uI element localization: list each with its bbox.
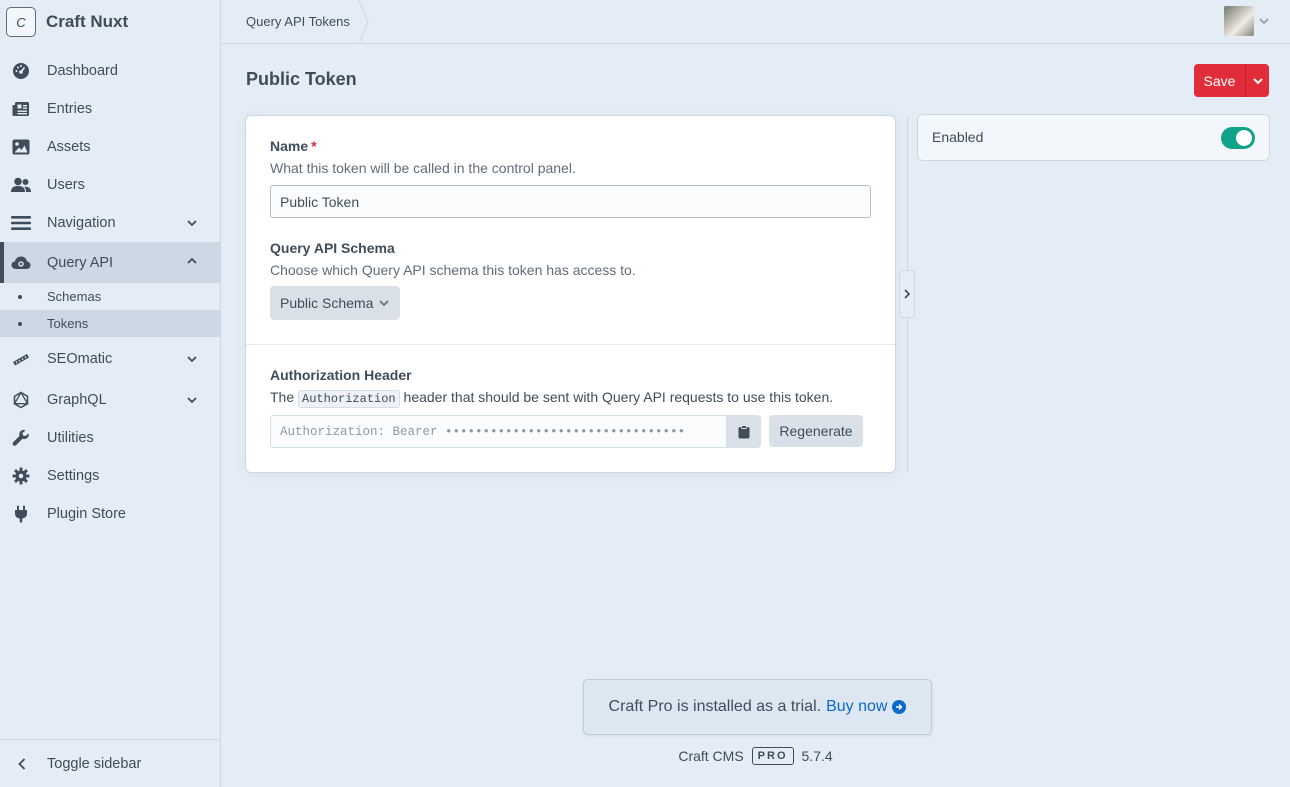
nav-item-dashboard[interactable]: Dashboard bbox=[0, 52, 220, 90]
chevron-left-icon bbox=[12, 757, 32, 771]
auth-header-field: Authorization Header The Authorization h… bbox=[270, 367, 834, 408]
version-number: 5.7.4 bbox=[801, 748, 833, 764]
chevron-down-icon bbox=[1252, 77, 1263, 84]
enabled-label: Enabled bbox=[932, 129, 984, 145]
copy-button[interactable] bbox=[726, 415, 761, 448]
save-button-group: Save bbox=[1194, 64, 1269, 97]
breadcrumb-separator bbox=[358, 0, 369, 44]
nav-label: Plugin Store bbox=[47, 506, 126, 522]
name-label: Name * bbox=[270, 138, 317, 154]
authorization-code: Authorization bbox=[298, 390, 400, 408]
cloud-gear-icon bbox=[11, 253, 31, 273]
content-pane: Name * What this token will be called in … bbox=[246, 116, 895, 472]
chevron-right-icon bbox=[904, 289, 911, 299]
main-nav-continued: SEOmatic GraphQL Utilities Settings Plug… bbox=[0, 337, 220, 533]
schema-label: Query API Schema bbox=[270, 240, 395, 256]
schema-instructions: Choose which Query API schema this token… bbox=[270, 262, 636, 278]
enabled-toggle[interactable] bbox=[1221, 127, 1255, 149]
schema-select-value: Public Schema bbox=[280, 295, 374, 311]
nav-item-navigation[interactable]: Navigation bbox=[0, 204, 220, 242]
version-info: Craft CMS PRO 5.7.4 bbox=[221, 747, 1290, 765]
query-api-subnav: Schemas Tokens bbox=[0, 283, 220, 337]
auth-header-input[interactable] bbox=[270, 415, 726, 448]
gauge-icon bbox=[11, 61, 31, 81]
schema-select[interactable]: Public Schema bbox=[270, 286, 401, 320]
chevron-down-icon[interactable] bbox=[186, 353, 198, 365]
global-header: Query API Tokens bbox=[221, 0, 1290, 44]
plug-icon bbox=[11, 504, 31, 524]
chevron-up-icon[interactable] bbox=[186, 255, 198, 267]
details-toggle-button[interactable] bbox=[899, 270, 915, 318]
name-instructions: What this token will be called in the co… bbox=[270, 160, 576, 176]
section-divider bbox=[246, 344, 895, 345]
chevron-down-icon bbox=[1259, 18, 1269, 25]
nav-label: Settings bbox=[47, 468, 100, 484]
nav-item-graphql[interactable]: GraphQL bbox=[0, 381, 220, 419]
trial-notice: Craft Pro is installed as a trial. Buy n… bbox=[583, 679, 932, 735]
site-name[interactable]: Craft Nuxt bbox=[46, 12, 128, 32]
nav-label: Dashboard bbox=[47, 63, 118, 79]
wrench-icon bbox=[11, 428, 31, 448]
chevron-down-icon bbox=[379, 300, 389, 307]
graphql-icon bbox=[11, 390, 31, 410]
required-indicator: * bbox=[311, 138, 317, 154]
bars-icon bbox=[11, 213, 31, 233]
page-title: Public Token bbox=[246, 69, 357, 89]
clipboard-icon bbox=[738, 424, 749, 438]
nav-item-settings[interactable]: Settings bbox=[0, 457, 220, 495]
nav-label: Entries bbox=[47, 101, 93, 117]
newspaper-icon bbox=[11, 99, 31, 119]
arrow-right-circle-icon bbox=[892, 700, 907, 714]
nav-label: Query API bbox=[47, 254, 114, 271]
nav-label: Navigation bbox=[47, 215, 116, 231]
chevron-down-icon[interactable] bbox=[186, 394, 198, 406]
nav-item-entries[interactable]: Entries bbox=[0, 90, 220, 128]
chevron-down-icon[interactable] bbox=[186, 217, 198, 229]
main-nav: Dashboard Entries Assets Users Navigatio… bbox=[0, 52, 220, 283]
buy-now-link[interactable]: Buy now bbox=[826, 698, 907, 716]
cms-name: Craft CMS bbox=[678, 748, 744, 764]
trial-text: Craft Pro is installed as a trial. bbox=[608, 698, 822, 715]
site-header: C Craft Nuxt bbox=[0, 0, 220, 44]
nav-item-plugin-store[interactable]: Plugin Store bbox=[0, 495, 220, 533]
nav-label: GraphQL bbox=[47, 392, 107, 408]
nav-label: Assets bbox=[47, 139, 91, 155]
gear-icon bbox=[11, 466, 31, 486]
nav-item-assets[interactable]: Assets bbox=[0, 128, 220, 166]
toggle-sidebar-button[interactable]: Toggle sidebar bbox=[0, 739, 220, 787]
account-menu[interactable] bbox=[1224, 6, 1270, 36]
nav-label: Users bbox=[47, 177, 85, 193]
avatar bbox=[1224, 6, 1254, 36]
nav-item-query-api[interactable]: Query API bbox=[0, 242, 220, 283]
breadcrumb[interactable]: Query API Tokens bbox=[246, 0, 350, 43]
toggle-knob bbox=[1236, 130, 1252, 146]
name-input[interactable] bbox=[270, 185, 871, 218]
edition-badge: PRO bbox=[751, 747, 794, 765]
nav-item-utilities[interactable]: Utilities bbox=[0, 419, 220, 457]
auth-header-instructions: The Authorization header that should be … bbox=[270, 389, 834, 408]
nav-label: Utilities bbox=[47, 430, 94, 446]
sidebar: C Craft Nuxt Dashboard Entries Assets Us… bbox=[0, 0, 221, 787]
name-field: Name * What this token will be called in … bbox=[270, 138, 576, 176]
site-logo[interactable]: C bbox=[6, 7, 36, 37]
save-menu-button[interactable] bbox=[1245, 64, 1269, 97]
image-icon bbox=[11, 137, 31, 157]
auth-header-label: Authorization Header bbox=[270, 367, 412, 383]
schema-field: Query API Schema Choose which Query API … bbox=[270, 240, 636, 278]
nav-item-users[interactable]: Users bbox=[0, 166, 220, 204]
meta-pane: Enabled bbox=[918, 115, 1269, 160]
toggle-sidebar-label: Toggle sidebar bbox=[47, 755, 142, 772]
nav-label: SEOmatic bbox=[47, 351, 113, 367]
nav-item-seomatic[interactable]: SEOmatic bbox=[0, 337, 220, 381]
subnav-item-schemas[interactable]: Schemas bbox=[0, 283, 220, 310]
users-icon bbox=[11, 175, 31, 195]
regenerate-button[interactable]: Regenerate bbox=[769, 415, 863, 447]
save-button[interactable]: Save bbox=[1194, 64, 1245, 97]
seomatic-icon bbox=[11, 349, 31, 369]
subnav-item-tokens[interactable]: Tokens bbox=[0, 310, 220, 337]
